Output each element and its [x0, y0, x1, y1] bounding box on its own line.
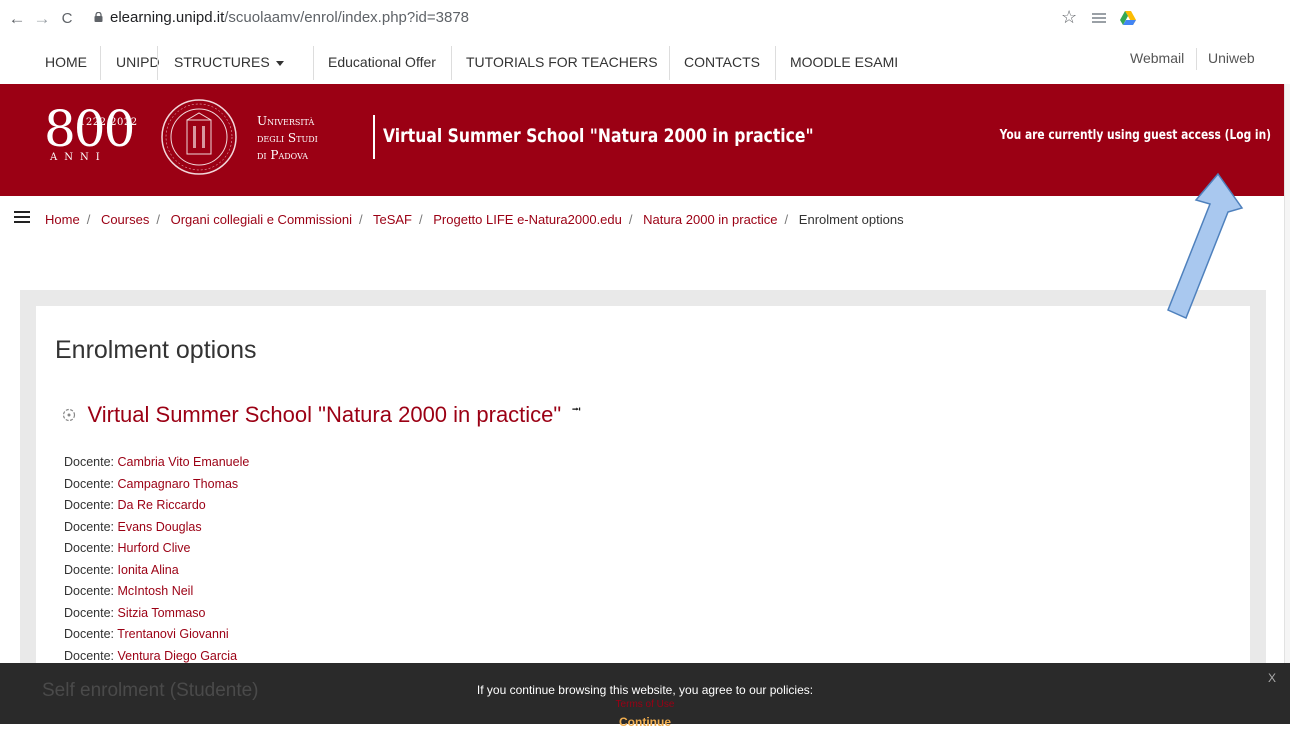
- breadcrumb-progetto[interactable]: Progetto LIFE e-Natura2000.edu: [433, 212, 622, 227]
- top-navigation: HOME UNIPD STRUCTURES Educational Offer …: [0, 40, 1290, 84]
- back-button[interactable]: ←: [8, 9, 26, 29]
- teacher-link[interactable]: Evans Douglas: [118, 520, 202, 534]
- teacher-link[interactable]: Campagnaro Thomas: [118, 477, 239, 491]
- nav-divider: [157, 46, 158, 80]
- login-link[interactable]: (Log in): [1225, 128, 1271, 143]
- nav-divider: [775, 46, 776, 80]
- list-item: Docente: Evans Douglas: [64, 519, 202, 534]
- annotation-arrow-icon: [1167, 172, 1244, 320]
- cookie-continue-button[interactable]: Continue: [0, 715, 1290, 729]
- enter-course-icon[interactable]: ⭲: [572, 400, 581, 421]
- scrollbar[interactable]: [1284, 84, 1290, 724]
- nav-divider: [313, 46, 314, 80]
- nav-webmail[interactable]: Webmail: [1130, 50, 1184, 66]
- list-item: Docente: Da Re Riccardo: [64, 498, 206, 512]
- nav-unipd[interactable]: UNIPD: [116, 40, 160, 84]
- site-header: 800 1222·2022 ANNI Università degli Stud…: [0, 84, 1290, 196]
- breadcrumb-organi[interactable]: Organi collegiali e Commissioni: [171, 212, 352, 227]
- page-title: Enrolment options: [55, 336, 257, 364]
- teacher-link[interactable]: Sitzia Tommaso: [118, 606, 206, 620]
- teacher-link[interactable]: Ionita Alina: [118, 563, 179, 577]
- breadcrumb-courses[interactable]: Courses: [101, 212, 149, 227]
- list-item: Docente: Ionita Alina: [64, 562, 179, 577]
- lock-icon: [94, 12, 103, 22]
- forward-button[interactable]: →: [33, 9, 51, 29]
- extension-icon[interactable]: [1092, 12, 1106, 24]
- nav-divider: [451, 46, 452, 80]
- logo-anni: ANNI: [50, 152, 107, 163]
- cookie-banner: Self enrolment (Studente) If you continu…: [0, 663, 1290, 729]
- reload-button[interactable]: C: [58, 10, 76, 27]
- course-link-row: Virtual Summer School "Natura 2000 in pr…: [62, 402, 581, 428]
- university-line: di Padova: [257, 148, 309, 162]
- teacher-link[interactable]: Hurford Clive: [118, 541, 191, 555]
- teacher-link[interactable]: Trentanovi Giovanni: [117, 627, 228, 641]
- bookmark-star-icon[interactable]: ☆: [1061, 7, 1077, 28]
- cookie-close-button[interactable]: X: [1268, 671, 1276, 685]
- university-name[interactable]: Università degli Studi di Padova: [257, 113, 318, 164]
- breadcrumb-current: Enrolment options: [798, 212, 904, 227]
- teacher-list: Docente: Cambria Vito Emanuele Docente: …: [64, 452, 249, 667]
- address-bar[interactable]: elearning.unipd.it/scuolaamv/enrol/index…: [110, 9, 469, 26]
- url-host: elearning.unipd.it: [110, 9, 225, 26]
- list-item: Docente: McIntosh Neil: [64, 584, 194, 598]
- course-icon: [62, 408, 76, 422]
- list-item: Docente: Campagnaro Thomas: [64, 476, 239, 491]
- university-line: degli Studi: [257, 131, 318, 145]
- list-item: Docente: Cambria Vito Emanuele: [64, 455, 250, 469]
- teacher-link[interactable]: Cambria Vito Emanuele: [118, 455, 250, 469]
- university-line: Università: [257, 114, 315, 128]
- teacher-link[interactable]: Da Re Riccardo: [118, 498, 206, 512]
- logo-800: 800: [44, 100, 135, 158]
- logo-years: 1222·2022: [79, 117, 138, 128]
- hamburger-menu-icon[interactable]: [14, 211, 30, 223]
- terms-of-use-link[interactable]: Terms of Use: [0, 699, 1290, 710]
- breadcrumb: Home / Courses / Organi collegiali e Commi…: [45, 212, 904, 227]
- list-item: Docente: Hurford Clive: [64, 541, 191, 555]
- google-drive-icon[interactable]: [1120, 11, 1136, 25]
- nav-tutorials[interactable]: TUTORIALS FOR TEACHERS: [466, 40, 658, 84]
- course-name-link[interactable]: Virtual Summer School "Natura 2000 in pr…: [87, 402, 561, 427]
- caret-down-icon: [275, 60, 284, 66]
- university-seal-icon[interactable]: [160, 98, 238, 176]
- breadcrumb-course[interactable]: Natura 2000 in practice: [643, 212, 777, 227]
- nav-contacts[interactable]: CONTACTS: [684, 40, 760, 84]
- nav-divider: [100, 46, 101, 80]
- url-path: /scuolaamv/enrol/index.php?id=3878: [224, 9, 470, 26]
- breadcrumb-home[interactable]: Home: [45, 212, 80, 227]
- nav-educational-offer[interactable]: Educational Offer: [328, 40, 436, 84]
- nav-structures-label: STRUCTURES: [174, 54, 270, 70]
- header-course-title[interactable]: Virtual Summer School "Natura 2000 in pr…: [383, 125, 814, 147]
- nav-moodle-esami[interactable]: MOODLE ESAMI: [790, 40, 898, 84]
- nav-structures[interactable]: STRUCTURES: [174, 40, 284, 84]
- nav-uniweb[interactable]: Uniweb: [1208, 50, 1255, 66]
- nav-divider: [669, 46, 670, 80]
- nav-home[interactable]: HOME: [45, 40, 87, 84]
- breadcrumb-tesaf[interactable]: TeSAF: [373, 212, 412, 227]
- browser-toolbar: ← → C elearning.unipd.it/scuolaamv/enrol…: [0, 0, 1290, 40]
- guest-access-notice: You are currently using guest access (Lo…: [1000, 128, 1271, 143]
- breadcrumb-bar: Home / Courses / Organi collegiali e Commi…: [0, 196, 1290, 242]
- header-divider: [373, 115, 375, 159]
- nav-divider: [1196, 48, 1197, 70]
- list-item: Docente: Sitzia Tommaso: [64, 605, 206, 620]
- teacher-link[interactable]: McIntosh Neil: [118, 584, 194, 598]
- 800-anni-logo[interactable]: 800 1222·2022 ANNI: [44, 100, 154, 171]
- list-item: Docente: Trentanovi Giovanni: [64, 627, 229, 641]
- guest-access-text: You are currently using guest access: [999, 128, 1221, 143]
- cookie-message: If you continue browsing this website, y…: [476, 683, 814, 697]
- teacher-link[interactable]: Ventura Diego Garcia: [118, 649, 238, 663]
